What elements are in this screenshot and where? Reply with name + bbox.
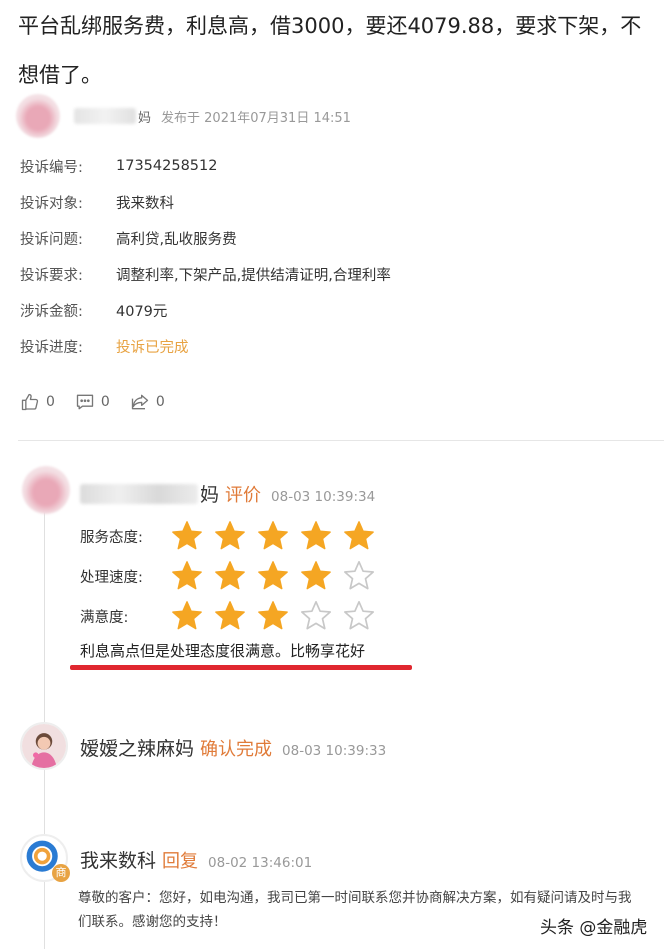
review-time: 08-03 10:39:34 [271, 489, 376, 505]
confirm-header: 嫒嫒之辣麻妈 确认完成 08-03 10:39:33 [80, 734, 386, 761]
star-rating [170, 519, 385, 553]
reply-time: 08-02 13:46:01 [208, 855, 313, 871]
star-filled-icon [172, 561, 202, 590]
reply-action: 回复 [162, 851, 199, 872]
red-underline [70, 665, 412, 670]
info-value: 我来数科 [116, 195, 174, 212]
rating-satisfaction: 满意度: [80, 596, 385, 636]
info-label: 投诉问题: [20, 231, 83, 248]
thumbs-up-icon [21, 393, 39, 411]
author-name-tail[interactable]: 妈 [138, 107, 151, 126]
info-label: 涉诉金额: [20, 303, 83, 320]
reviewer-name-blurred [80, 483, 198, 504]
company-avatar[interactable]: 商 [20, 834, 70, 882]
watermark: 头条 @金融虎 [540, 918, 648, 938]
star-filled-icon [258, 561, 288, 590]
share-count: 0 [155, 394, 165, 410]
comment-icon [76, 394, 94, 410]
comment-button[interactable]: 0 [75, 392, 110, 412]
star-filled-icon [344, 521, 374, 550]
rating-label: 满意度: [80, 609, 129, 626]
info-row-issue: 投诉问题: 高利贷,乱收服务费 [20, 220, 391, 256]
star-filled-icon [301, 561, 331, 590]
confirm-time: 08-03 10:39:33 [282, 743, 387, 759]
confirm-action: 确认完成 [200, 739, 273, 760]
star-filled-icon [258, 601, 288, 630]
rating-service: 服务态度: [80, 516, 385, 556]
info-row-id: 投诉编号: 17354258512 [20, 148, 391, 184]
star-filled-icon [215, 561, 245, 590]
rating-block: 服务态度: 处理速度: 满意度: [80, 516, 385, 636]
complaint-title: 平台乱绑服务费，利息高，借3000，要还4079.88，要求下架，不想借了。 [18, 14, 642, 87]
author-row: 妈 发布于 2021年07月31日 14:51 [16, 94, 351, 138]
info-value: 调整利率,下架产品,提供结清证明,合理利率 [116, 267, 391, 284]
info-value: 17354258512 [116, 158, 218, 174]
star-empty-icon [300, 600, 332, 630]
reply-header: 我来数科 回复 08-02 13:46:01 [80, 846, 312, 873]
info-label: 投诉编号: [20, 159, 83, 176]
info-label: 投诉要求: [20, 267, 83, 284]
comment-count: 0 [100, 394, 110, 410]
star-filled-icon [172, 601, 202, 630]
info-label: 投诉进度: [20, 339, 83, 356]
complaint-info: 投诉编号: 17354258512 投诉对象: 我来数科 投诉问题: 高利贷,乱… [20, 148, 391, 364]
share-icon [131, 394, 149, 410]
confirmer-avatar[interactable] [20, 722, 68, 770]
company-name[interactable]: 我来数科 [80, 846, 156, 873]
post-actions: 0 0 0 [20, 392, 185, 412]
review-header: 妈 评价 08-03 10:39:34 [80, 480, 375, 507]
reviewer-name-tail[interactable]: 妈 [200, 480, 219, 507]
posted-time: 发布于 2021年07月31日 14:51 [161, 110, 351, 126]
info-label: 投诉对象: [20, 195, 83, 212]
star-filled-icon [172, 521, 202, 550]
author-name-blurred [74, 108, 136, 124]
info-row-progress: 投诉进度: 投诉已完成 [20, 328, 391, 364]
merchant-badge: 商 [52, 864, 70, 882]
author-avatar[interactable] [16, 94, 60, 138]
star-filled-icon [258, 521, 288, 550]
info-value: 4079元 [116, 303, 168, 320]
child-photo-avatar [22, 724, 66, 768]
rating-label: 处理速度: [80, 569, 143, 586]
confirmer-name[interactable]: 嫒嫒之辣麻妈 [80, 734, 194, 761]
star-empty-icon [343, 600, 375, 630]
info-value: 高利贷,乱收服务费 [116, 231, 237, 248]
progress-status: 投诉已完成 [116, 339, 189, 356]
info-row-amount: 涉诉金额: 4079元 [20, 292, 391, 328]
like-count: 0 [46, 394, 55, 410]
divider [18, 440, 664, 441]
star-filled-icon [215, 601, 245, 630]
star-rating [170, 599, 385, 633]
star-empty-icon [343, 560, 375, 590]
info-row-demand: 投诉要求: 调整利率,下架产品,提供结清证明,合理利率 [20, 256, 391, 292]
reviewer-avatar[interactable] [22, 466, 70, 514]
info-row-target: 投诉对象: 我来数科 [20, 184, 391, 220]
review-comment: 利息高点但是处理态度很满意。比畅享花好 [80, 642, 366, 660]
star-rating [170, 559, 385, 593]
like-button[interactable]: 0 [20, 392, 55, 412]
rating-label: 服务态度: [80, 529, 143, 546]
review-action: 评价 [225, 485, 262, 506]
star-filled-icon [301, 521, 331, 550]
share-button[interactable]: 0 [130, 392, 165, 412]
star-filled-icon [215, 521, 245, 550]
rating-speed: 处理速度: [80, 556, 385, 596]
